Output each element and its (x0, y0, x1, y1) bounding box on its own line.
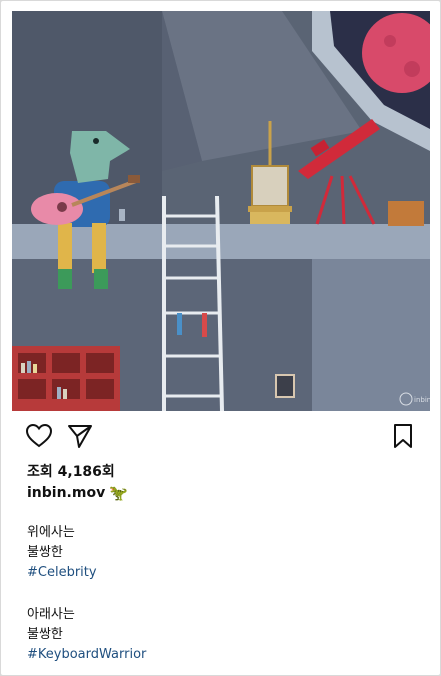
heart-icon[interactable] (25, 422, 53, 450)
illustration: inbin (12, 11, 430, 411)
caption-line: 불쌍한 (27, 545, 63, 560)
hashtag-link[interactable]: #KeyboardWarrior (27, 645, 417, 665)
author-username[interactable]: inbin.mov (27, 485, 105, 501)
watermark-text: inbin (414, 396, 430, 404)
caption-line: 위에사는 (27, 525, 75, 540)
view-count: 조회 4,186회 (27, 464, 115, 480)
caption: 위에사는 불쌍한 #Celebrity 아래사는 불쌍한 #KeyboardWa… (27, 523, 417, 665)
caption-line: 불쌍한 (27, 627, 63, 642)
bookmark-icon[interactable] (389, 422, 417, 450)
post-image[interactable]: inbin (12, 11, 430, 411)
dinosaur-emoji-icon: 🦖 (109, 483, 128, 502)
action-bar (25, 422, 417, 452)
post-card: inbin 조회 4,186회 inbin.mov 🦖 위에사는 불쌍한 #Ce… (1, 1, 440, 675)
author-name[interactable]: inbin.mov 🦖 (27, 485, 128, 501)
caption-line: 아래사는 (27, 607, 75, 622)
paper-plane-icon[interactable] (66, 422, 94, 450)
hashtag-link[interactable]: #Celebrity (27, 563, 417, 583)
